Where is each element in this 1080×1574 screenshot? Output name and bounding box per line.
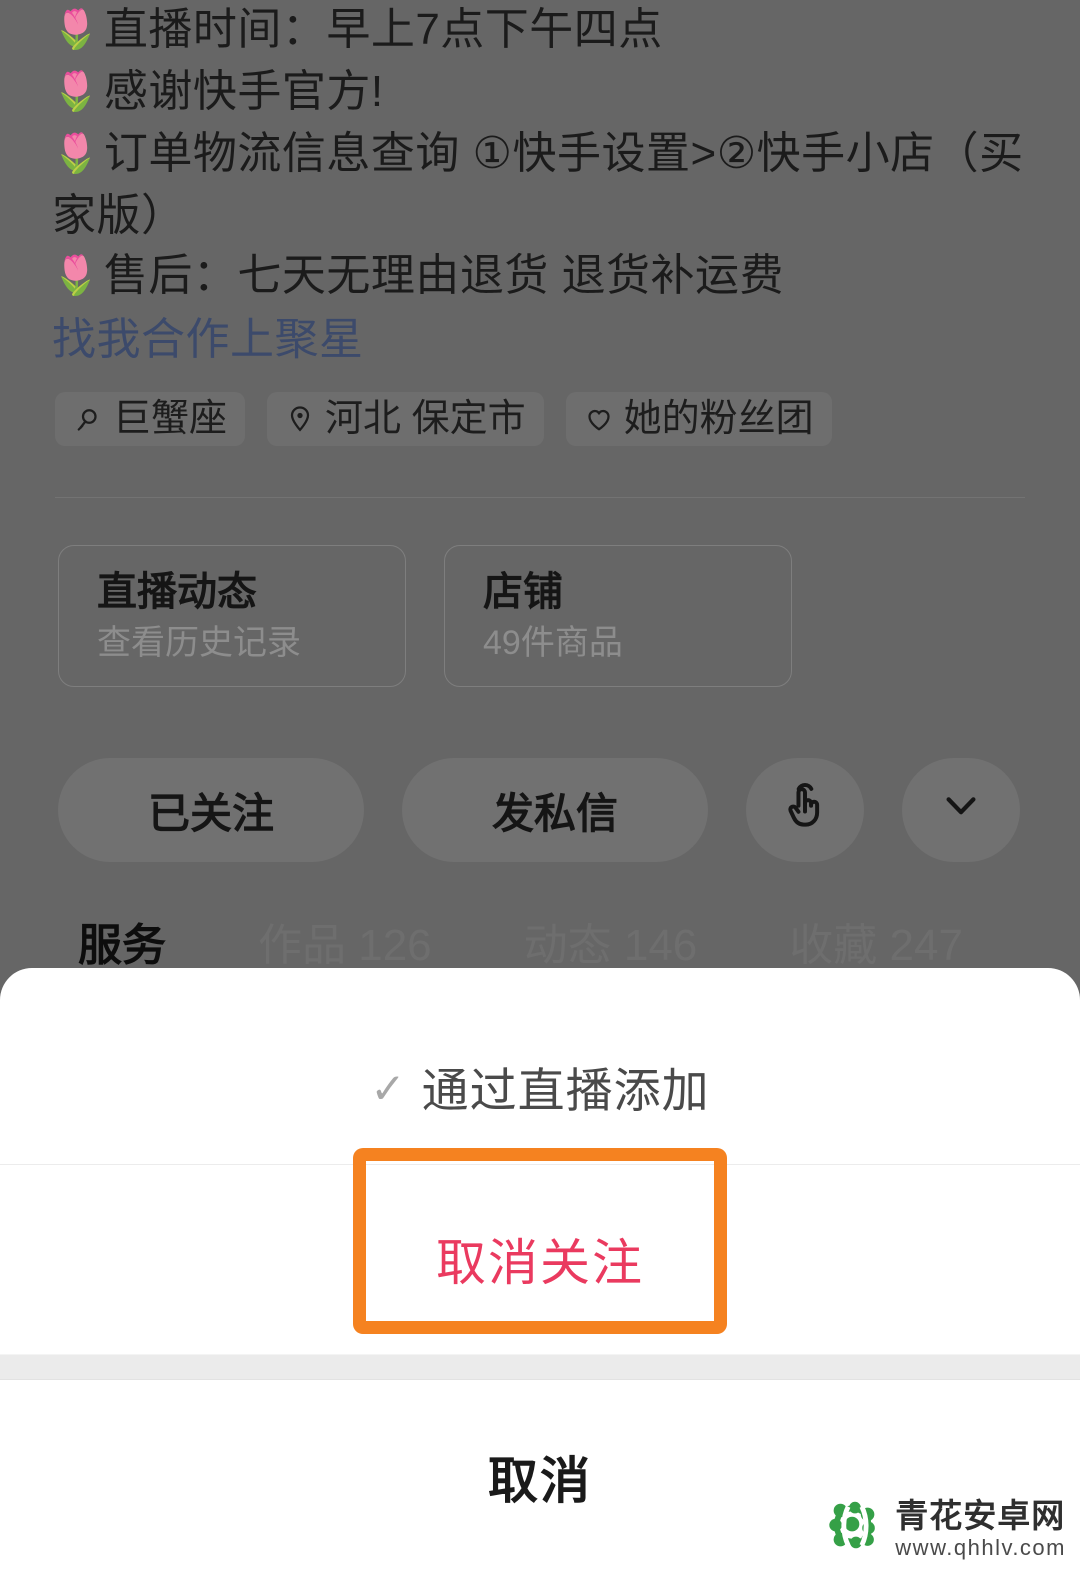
location-pin-icon [285, 404, 315, 434]
bio-line: 🌷订单物流信息查询 ①快手设置>②快手小店（买家版） [52, 124, 1037, 246]
profile-tab-row: 服务 作品 126 动态 146 收藏 247 [78, 918, 963, 974]
chip-location[interactable]: 河北 保定市 [267, 392, 544, 446]
sheet-item-unfollow[interactable]: 取消关注 [0, 1164, 1080, 1354]
bio-line-text: 订单物流信息查询 ①快手设置>②快手小店（买家版） [52, 129, 1024, 240]
more-options-button[interactable] [902, 758, 1020, 862]
sheet-section-gap [0, 1354, 1080, 1380]
heart-icon [584, 404, 614, 434]
bio-line-text: 感谢快手官方! [103, 67, 384, 116]
chevron-down-icon [934, 778, 988, 842]
profile-bio: 🌷直播时间：早上7点下午四点 🌷感谢快手官方! 🌷订单物流信息查询 ①快手设置>… [52, 0, 1037, 308]
tab-moments[interactable]: 动态 146 [524, 918, 698, 974]
profile-card-row: 直播动态 查看历史记录 店铺 49件商品 [58, 545, 792, 687]
chip-fan-group[interactable]: 她的粉丝团 [565, 392, 832, 446]
bio-line-text: 直播时间：早上7点下午四点 [103, 5, 663, 54]
sheet-item-added-via-live[interactable]: ✓ 通过直播添加 [0, 1038, 1080, 1134]
section-divider [55, 497, 1025, 498]
card-live-feed-title: 直播动态 [97, 570, 257, 614]
zodiac-cancer-icon [73, 404, 103, 434]
site-watermark: 青花安卓网 www.qhhlv.com [823, 1495, 1066, 1562]
tulip-icon: 🌷 [52, 9, 100, 51]
card-live-feed-subtitle: 查看历史记录 [97, 624, 301, 662]
profile-action-row: 已关注 发私信 [58, 758, 1020, 862]
tab-favorites[interactable]: 收藏 247 [789, 918, 963, 974]
check-icon: ✓ [370, 1065, 406, 1112]
chip-zodiac-label: 巨蟹座 [113, 398, 228, 440]
bio-line: 🌷直播时间：早上7点下午四点 [52, 0, 1037, 62]
chip-zodiac[interactable]: 巨蟹座 [55, 392, 246, 446]
tab-service[interactable]: 服务 [78, 918, 166, 974]
tulip-icon: 🌷 [52, 255, 100, 297]
hand-tap-icon [777, 777, 833, 843]
watermark-text: 青花安卓网 www.qhhlv.com [895, 1499, 1066, 1559]
hand-tap-button[interactable] [746, 758, 864, 862]
bio-line-text: 售后：七天无理由退货 退货补运费 [103, 251, 785, 300]
followed-button[interactable]: 已关注 [58, 758, 364, 862]
sheet-cancel-label: 取消 [488, 1453, 592, 1509]
bio-line: 🌷感谢快手官方! [52, 62, 1037, 124]
card-shop[interactable]: 店铺 49件商品 [444, 545, 792, 687]
bio-line: 🌷售后：七天无理由退货 退货补运费 [52, 246, 1037, 308]
profile-chip-row: 巨蟹座 河北 保定市 她的粉丝团 [55, 392, 832, 446]
tulip-icon: 🌷 [52, 71, 100, 113]
watermark-logo-icon [823, 1495, 885, 1562]
send-message-button[interactable]: 发私信 [402, 758, 708, 862]
card-live-feed[interactable]: 直播动态 查看历史记录 [58, 545, 406, 687]
bio-cooperation-link[interactable]: 找我合作上聚星 [52, 313, 364, 367]
phone-screenshot: 🌷直播时间：早上7点下午四点 🌷感谢快手官方! 🌷订单物流信息查询 ①快手设置>… [0, 0, 1080, 1574]
chip-location-label: 河北 保定市 [325, 398, 526, 440]
card-shop-title: 店铺 [483, 570, 563, 614]
watermark-url: www.qhhlv.com [895, 1534, 1066, 1560]
tulip-icon: 🌷 [52, 133, 100, 175]
profile-page-backdrop: 🌷直播时间：早上7点下午四点 🌷感谢快手官方! 🌷订单物流信息查询 ①快手设置>… [0, 0, 1080, 1000]
sheet-item-unfollow-label: 取消关注 [436, 1235, 644, 1291]
sheet-item-added-via-live-label: 通过直播添加 [421, 1063, 710, 1117]
tab-works[interactable]: 作品 126 [258, 918, 432, 974]
card-shop-subtitle: 49件商品 [483, 624, 623, 662]
watermark-title: 青花安卓网 [895, 1496, 1066, 1534]
chip-fan-group-label: 她的粉丝团 [623, 398, 814, 440]
follow-action-sheet: ✓ 通过直播添加 取消关注 取消 [0, 968, 1080, 1574]
